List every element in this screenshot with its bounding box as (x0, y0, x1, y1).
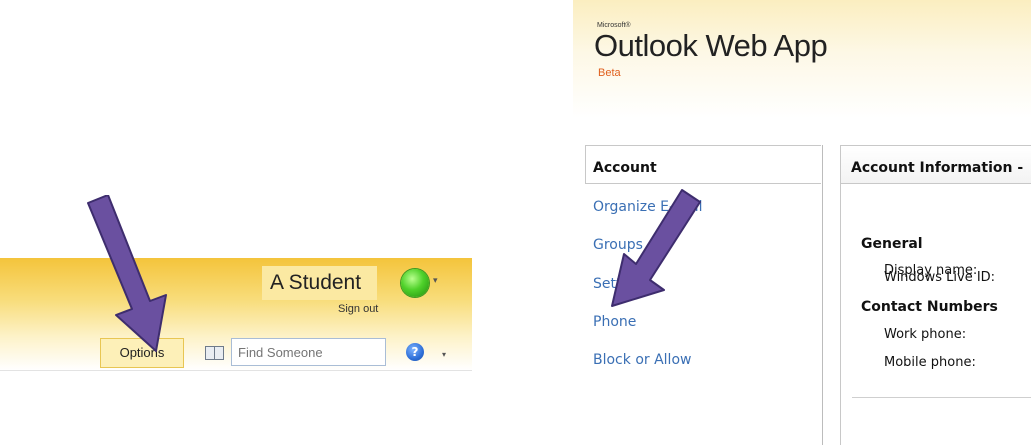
annotation-arrow-options (78, 195, 178, 355)
section-title-general: General (861, 236, 923, 252)
nav-header-label[interactable]: Account (593, 160, 657, 176)
help-icon[interactable]: ? (406, 343, 424, 361)
chevron-down-icon[interactable]: ▾ (433, 276, 438, 286)
nav-item-phone[interactable]: Phone (593, 314, 636, 330)
product-logo: Outlook Web App (594, 28, 828, 63)
annotation-arrow-settings (606, 188, 706, 313)
field-label-mobile-phone: Mobile phone: (884, 355, 976, 370)
section-title-contact-numbers: Contact Numbers (861, 299, 998, 315)
account-information-title: Account Information - (851, 160, 1024, 176)
field-label-windows-live-id: Windows Live ID: (884, 270, 996, 285)
divider (852, 397, 1031, 398)
user-name-label[interactable]: A Student (262, 266, 378, 300)
chevron-down-icon[interactable]: ▾ (442, 350, 446, 359)
presence-status-icon[interactable] (401, 269, 429, 297)
sign-out-link[interactable]: Sign out (338, 303, 378, 315)
address-book-icon[interactable] (205, 346, 224, 360)
nav-item-block-or-allow[interactable]: Block or Allow (593, 352, 691, 368)
find-someone-input[interactable] (231, 338, 386, 366)
beta-badge: Beta (598, 67, 621, 79)
field-label-work-phone: Work phone: (884, 327, 967, 342)
